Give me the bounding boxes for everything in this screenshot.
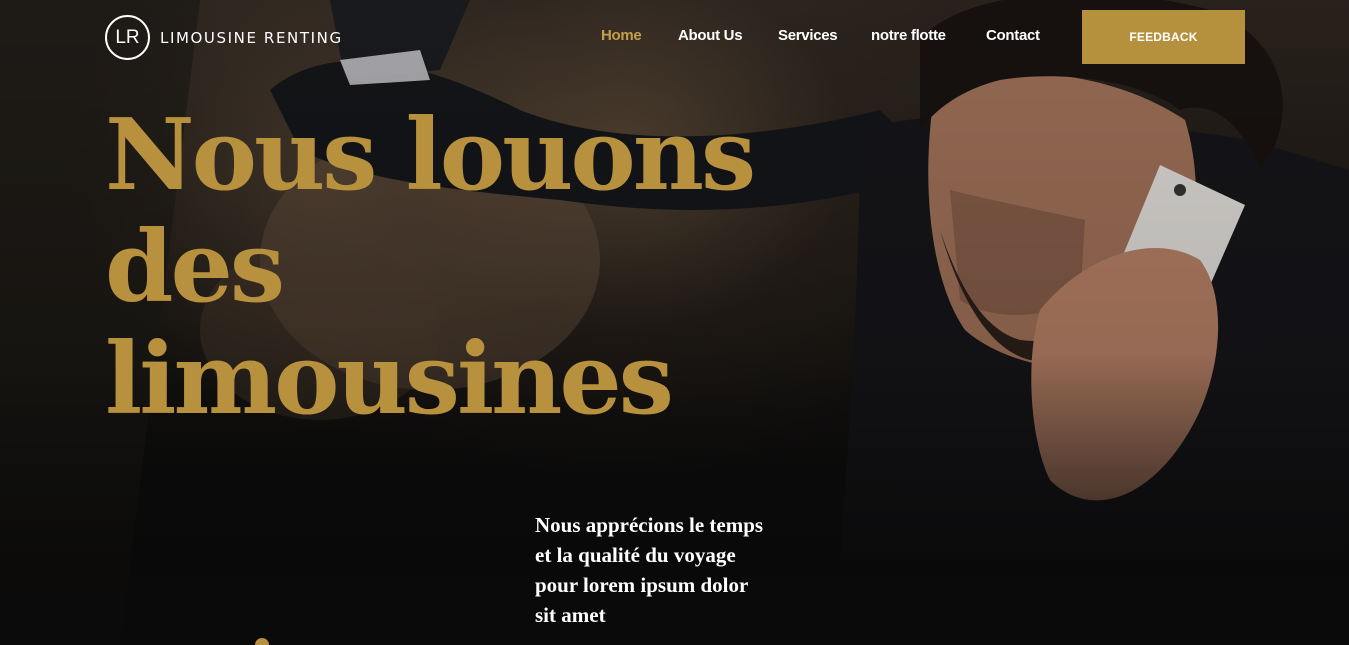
feedback-button[interactable]: FEEDBACK	[1082, 10, 1245, 64]
hero-headline: Nous louons des limousines	[105, 100, 865, 436]
nav-item-notre-flotte[interactable]: notre flotte	[871, 27, 946, 44]
nav-item-home[interactable]: Home	[601, 27, 642, 44]
tagline-line: sit amet	[535, 603, 606, 627]
brand-name: LIMOUSINE RENTING	[160, 28, 343, 47]
tagline-line: pour lorem ipsum dolor	[535, 573, 749, 597]
headline-line: Nous louons	[105, 98, 756, 213]
headline-line: limousines	[105, 322, 674, 437]
decorative-glyph	[255, 638, 269, 645]
nav-item-services[interactable]: Services	[778, 27, 838, 44]
nav-item-about-us[interactable]: About Us	[678, 27, 743, 44]
nav-item-contact[interactable]: Contact	[986, 27, 1040, 44]
brand-logo[interactable]: LR LIMOUSINE RENTING	[105, 15, 343, 60]
tagline-line: Nous apprécions le temps	[535, 513, 764, 537]
tagline-line: et la qualité du voyage	[535, 543, 736, 567]
headline-line: des	[105, 210, 285, 325]
hero-tagline: Nous apprécions le temps et la qualité d…	[535, 510, 835, 630]
logo-monogram: LR	[105, 15, 150, 60]
